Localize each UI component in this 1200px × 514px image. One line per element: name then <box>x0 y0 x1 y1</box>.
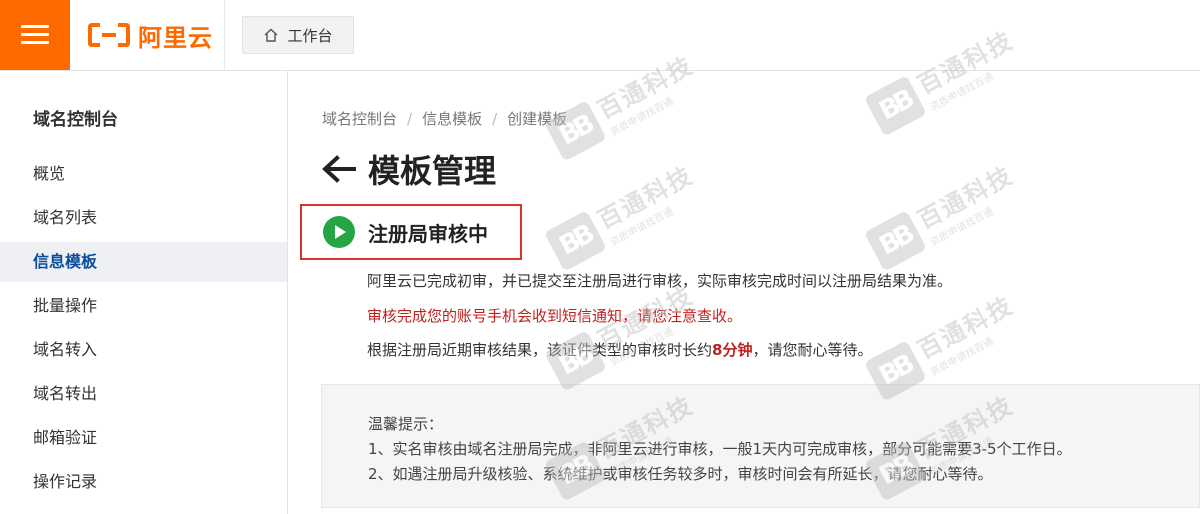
breadcrumb-info-template[interactable]: 信息模板 <box>422 108 482 129</box>
watermark-subtitle: 资质申请找百通 <box>608 96 676 139</box>
watermark: BB 百通科技 资质申请找百通 <box>543 276 706 394</box>
sidebar-item-info-template[interactable]: 信息模板 <box>0 242 287 282</box>
info-line-3-post: ，请您耐心等待。 <box>752 341 873 359</box>
sidebar-title: 域名控制台 <box>33 110 118 130</box>
play-circle-icon <box>323 216 355 248</box>
top-bar: 阿里云 工作台 <box>0 0 1200 71</box>
breadcrumb-domain-console[interactable]: 域名控制台 <box>322 108 397 129</box>
aliyun-logo[interactable]: 阿里云 <box>88 20 213 52</box>
sidebar-item-transfer-out[interactable]: 域名转出 <box>0 374 287 414</box>
sidebar: 域名控制台 概览 域名列表 信息模板 批量操作 域名转入 域名转出 邮箱验证 操… <box>0 71 288 514</box>
page-title-text: 模板管理 <box>368 152 497 190</box>
watermark-subtitle: 资质申请找百通 <box>928 206 996 249</box>
watermark-title: 百通科技 <box>913 161 1018 235</box>
watermark-title: 百通科技 <box>593 161 698 235</box>
page-title: 模板管理 <box>322 146 496 192</box>
review-duration: 8分钟 <box>712 341 753 359</box>
logo-text: 阿里云 <box>138 23 213 52</box>
sidebar-item-overview[interactable]: 概览 <box>0 154 287 194</box>
top-divider <box>224 0 225 70</box>
sidebar-item-domain-list[interactable]: 域名列表 <box>0 198 287 238</box>
watermark: BB 百通科技 资质申请找百通 <box>543 156 706 274</box>
info-line-2: 审核完成您的账号手机会收到短信通知，请您注意查收。 <box>367 307 743 325</box>
info-line-3: 根据注册局近期审核结果，该证件类型的审核时长约8分钟，请您耐心等待。 <box>367 339 872 360</box>
status-badge: 注册局审核中 <box>300 204 522 260</box>
info-line-1: 阿里云已完成初审，并已提交至注册局进行审核，实际审核完成时间以注册局结果为准。 <box>367 272 953 290</box>
watermark-logo: BB <box>863 210 927 272</box>
watermark: BB 百通科技 资质申请找百通 <box>863 156 1026 274</box>
watermark-logo: BB <box>543 210 607 272</box>
breadcrumb-separator: / <box>492 109 498 128</box>
tips-title: 温馨提示： <box>368 415 444 433</box>
workbench-label: 工作台 <box>287 26 333 45</box>
sidebar-item-transfer-in[interactable]: 域名转入 <box>0 330 287 370</box>
arrow-left-icon[interactable] <box>322 154 356 184</box>
breadcrumb-create-template: 创建模板 <box>507 110 568 128</box>
watermark-subtitle: 资质申请找百通 <box>928 336 996 379</box>
tips-box: 温馨提示： 1、实名审核由域名注册局完成，非阿里云进行审核，一般1天内可完成审核… <box>321 384 1200 508</box>
breadcrumb: 域名控制台 / 信息模板 / 创建模板 <box>322 108 567 129</box>
tips-item-2: 2、如遇注册局升级核验、系统维护或审核任务较多时，审核时间会有所延长，请您耐心等… <box>368 465 993 483</box>
menu-button[interactable] <box>0 0 70 70</box>
tips-item-1: 1、实名审核由域名注册局完成，非阿里云进行审核，一般1天内可完成审核，部分可能需… <box>368 440 1072 458</box>
status-label: 注册局审核中 <box>368 221 488 246</box>
hamburger-menu-icon <box>21 25 49 45</box>
breadcrumb-separator: / <box>407 109 413 128</box>
aliyun-logo-icon <box>88 23 130 47</box>
sidebar-item-operation-log[interactable]: 操作记录 <box>0 462 287 502</box>
watermark-logo: BB <box>863 75 927 137</box>
sidebar-item-batch[interactable]: 批量操作 <box>0 286 287 326</box>
info-line-3-pre: 根据注册局近期审核结果，该证件类型的审核时长约 <box>367 341 713 359</box>
home-icon <box>265 28 278 42</box>
watermark-subtitle: 资质申请找百通 <box>608 206 676 249</box>
sidebar-item-email-verify[interactable]: 邮箱验证 <box>0 418 287 458</box>
workbench-button[interactable]: 工作台 <box>242 16 354 54</box>
watermark-title: 百通科技 <box>913 291 1018 365</box>
